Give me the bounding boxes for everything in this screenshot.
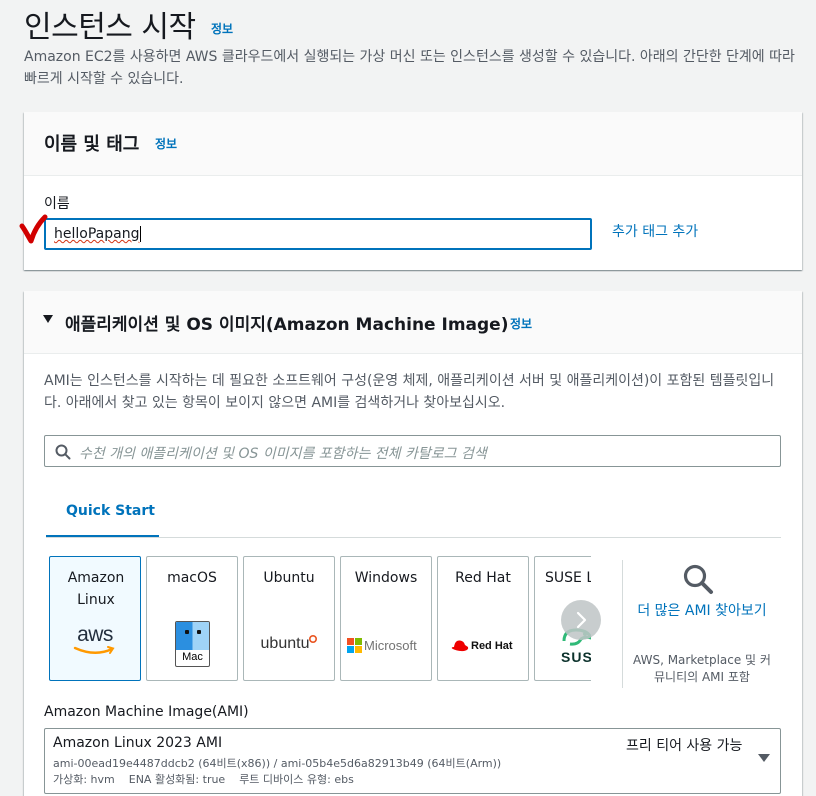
tile-label: Amazon Linux [67, 570, 125, 608]
tile-label: macOS [167, 570, 217, 586]
name-tags-header: 이름 및 태그 정보 [24, 112, 802, 176]
redhat-logo-icon: Red Hat [450, 635, 526, 654]
tile-amazon-linux[interactable]: Amazon Linux aws [49, 556, 141, 681]
tile-ubuntu[interactable]: Ubuntu ubuntu [243, 556, 335, 681]
ami-selected-name: Amazon Linux 2023 AMI [53, 735, 223, 751]
browse-more-ami-link[interactable]: 더 많은 AMI 찾아보기 [632, 600, 772, 622]
page-info-link[interactable]: 정보 [211, 20, 233, 37]
browse-more-ami-subtext: AWS, Marketplace 및 커뮤니티의 AMI 포함 [633, 653, 771, 684]
page-description: Amazon EC2를 사용하면 AWS 클라우드에서 실행되는 가상 머신 또… [24, 49, 795, 87]
mac-finder-icon: Mac [175, 621, 210, 667]
tile-label: SUSE Li [545, 570, 591, 586]
next-tiles-button[interactable] [561, 600, 601, 640]
name-input-value: helloPapang [54, 226, 140, 242]
ami-panel: 애플리케이션 및 OS 이미지(Amazon Machine Image) 정보 [24, 291, 802, 796]
ami-search-input[interactable]: 수천 개의 애플리케이션 및 OS 이미지를 포함하는 전체 카탈로그 검색 [44, 435, 781, 467]
tile-label: Windows [354, 570, 418, 586]
ami-selected-ids: ami-00ead19e4487ddcb2 (64비트(x86)) / ami-… [53, 757, 502, 770]
ami-selected-meta: 가상화: hvm ENA 활성화됨: true 루트 디바이스 유형: ebs [53, 773, 354, 786]
checkmark-annotation-icon [19, 214, 48, 244]
tile-windows[interactable]: Windows Microsoft [340, 556, 432, 681]
tile-label: Red Hat [455, 570, 511, 586]
tile-label: Ubuntu [263, 570, 315, 586]
name-tags-info-link[interactable]: 정보 [155, 135, 177, 152]
tab-divider [46, 537, 781, 538]
add-tags-link[interactable]: 추가 태그 추가 [612, 221, 698, 241]
search-icon [55, 444, 71, 460]
tiles-divider [622, 560, 623, 688]
tile-red-hat[interactable]: Red Hat Red Hat [437, 556, 529, 681]
microsoft-logo-icon: Microsoft [347, 635, 427, 654]
free-tier-badge: 프리 티어 사용 가능 [626, 738, 743, 754]
aws-logo-icon: aws [50, 623, 140, 655]
suse-logo-text: SUS [561, 649, 591, 665]
tile-macos[interactable]: macOS Mac [146, 556, 238, 681]
page-title: 인스턴스 시작 [24, 10, 196, 45]
dropdown-caret-icon[interactable] [758, 754, 770, 762]
name-tags-title: 이름 및 태그 [44, 134, 140, 155]
name-label: 이름 [44, 196, 70, 212]
ami-description: AMI는 인스턴스를 시작하는 데 필요한 소프트웨어 구성(운영 체제, 애플… [44, 373, 775, 411]
name-input[interactable]: helloPapang [44, 218, 592, 250]
tab-quick-start[interactable]: Quick Start [46, 492, 159, 538]
ami-select-label: Amazon Machine Image(AMI) [44, 704, 249, 720]
search-placeholder: 수천 개의 애플리케이션 및 OS 이미지를 포함하는 전체 카탈로그 검색 [79, 446, 487, 462]
ami-info-link[interactable]: 정보 [510, 315, 532, 332]
quick-start-tiles: Amazon Linux aws macOS Mac Ubuntu ubuntu… [44, 552, 591, 686]
chevron-right-icon [576, 611, 587, 629]
text-cursor [140, 226, 142, 242]
browse-search-icon[interactable] [682, 563, 716, 597]
tab-quick-start-label: Quick Start [66, 503, 155, 519]
ami-title: 애플리케이션 및 OS 이미지(Amazon Machine Image) [65, 315, 509, 335]
collapse-caret-icon[interactable] [43, 315, 53, 323]
ami-header[interactable]: 애플리케이션 및 OS 이미지(Amazon Machine Image) 정보 [24, 291, 802, 354]
ubuntu-logo-icon: ubuntu [244, 633, 334, 653]
